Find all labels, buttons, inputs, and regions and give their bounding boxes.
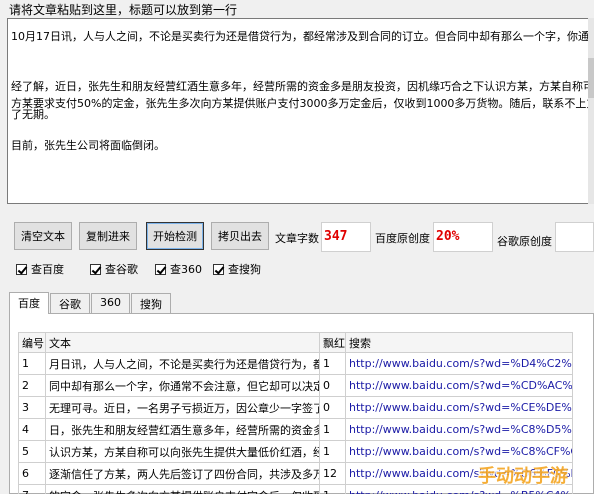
- check-sogou[interactable]: 查搜狗: [213, 261, 261, 277]
- row-red-cell: 1: [319, 418, 346, 441]
- tab-google[interactable]: 谷歌: [50, 293, 90, 313]
- row-red-cell: 12: [319, 462, 346, 485]
- tab-360[interactable]: 360: [91, 293, 130, 313]
- tab-baidu[interactable]: 百度: [9, 292, 49, 314]
- google-originality-value: [555, 222, 594, 252]
- row-index-cell: 5: [18, 440, 46, 463]
- row-text-cell: 日，张先生和朋友经营红酒生意多年，经营所需的资金多是: [45, 418, 320, 441]
- table-header-row: 编号 文本 飘红 搜索: [18, 332, 573, 353]
- row-red-cell: 1: [319, 352, 346, 375]
- header-text[interactable]: 文本: [45, 332, 320, 353]
- table-row[interactable]: 4 日，张先生和朋友经营红酒生意多年，经营所需的资金多是 1 http://www.b…: [18, 418, 573, 441]
- app-window: 请将文章粘贴到这里，标题可以放到第一行 10月17日讯，人与人之间，不论是买卖行…: [0, 0, 594, 494]
- table-row[interactable]: 2 同中却有那么一个字，你通常不会注意，但它却可以决定 0 http://www.ba…: [18, 374, 573, 397]
- row-text-cell: 月日讯，人与人之间，不论是买卖行为还是借贷行为，都: [45, 352, 320, 375]
- google-originality-label: 谷歌原创度: [497, 235, 552, 248]
- row-text-cell: 同中却有那么一个字，你通常不会注意，但它却可以决定: [45, 374, 320, 397]
- check-google-label: 查谷歌: [105, 263, 138, 276]
- row-index-cell: 1: [18, 352, 46, 375]
- row-search-url-cell[interactable]: http://www.baidu.com/s?wd=%D4%C2%C: [345, 352, 573, 375]
- tab-sogou[interactable]: 搜狗: [131, 293, 171, 313]
- row-red-cell: 0: [319, 396, 346, 419]
- engine-tabs: 百度 谷歌 360 搜狗: [9, 292, 172, 314]
- check-360-label: 查360: [170, 263, 202, 276]
- check-360[interactable]: 查360: [155, 261, 202, 277]
- scrollbar-thumb[interactable]: [588, 58, 594, 98]
- check-google[interactable]: 查谷歌: [90, 261, 138, 277]
- editor-line: 目前，张先生公司将面临倒闭。: [11, 139, 165, 152]
- header-index[interactable]: 编号: [18, 332, 46, 353]
- row-search-url-cell[interactable]: http://www.baidu.com/s?wd=%C8%CF%CA: [345, 440, 573, 463]
- word-count-value: 347: [321, 222, 371, 252]
- copy-out-button[interactable]: 拷贝出去: [211, 222, 269, 250]
- editor-line: 经了解，近日，张先生和朋友经营红酒生意多年，经营所需的资金多是朋友投资，因机缘巧…: [11, 80, 594, 93]
- row-red-cell: 1: [319, 484, 346, 494]
- editor-line: 方某要求支付50%的定金，张先生多次向方某提供账户支付3000多万定金后，仅收到…: [11, 97, 594, 110]
- row-text-cell: 无理可寻。近日，一名男子亏损近万，因公章少一字签了: [45, 396, 320, 419]
- check-baidu-label: 查百度: [31, 263, 64, 276]
- header-search[interactable]: 搜索: [345, 332, 573, 353]
- row-search-url-cell[interactable]: http://www.baidu.com/s?wd=%CD%AC%D: [345, 374, 573, 397]
- row-search-url-cell[interactable]: http://www.baidu.com/s?wd=%C8%D5%2: [345, 418, 573, 441]
- row-index-cell: 6: [18, 462, 46, 485]
- baidu-originality-value: 20%: [433, 222, 493, 252]
- start-detect-button[interactable]: 开始检测: [146, 222, 204, 250]
- row-text-cell: 逐渐信任了方某，两人先后签订了四份合同，共涉及多万: [45, 462, 320, 485]
- editor-scrollbar[interactable]: [588, 18, 594, 204]
- word-count-label: 文章字数: [275, 232, 319, 245]
- row-index-cell: 2: [18, 374, 46, 397]
- row-text-cell: 的定金，张先生多次向方某提供账户支付定金后，仅收到: [45, 484, 320, 494]
- checkbox-checked-icon[interactable]: [90, 263, 101, 275]
- row-index-cell: 7: [18, 484, 46, 494]
- checkbox-checked-icon[interactable]: [213, 263, 224, 275]
- row-red-cell: 0: [319, 374, 346, 397]
- baidu-originality-label: 百度原创度: [375, 232, 430, 245]
- checkbox-checked-icon[interactable]: [16, 263, 27, 275]
- article-textarea[interactable]: 10月17日讯，人与人之间，不论是买卖行为还是借贷行为，都经常涉及到合同的订立。…: [7, 18, 594, 204]
- row-red-cell: 1: [319, 440, 346, 463]
- editor-line: 10月17日讯，人与人之间，不论是买卖行为还是借贷行为，都经常涉及到合同的订立。…: [11, 30, 594, 43]
- instruction-text: 请将文章粘贴到这里，标题可以放到第一行: [9, 3, 238, 17]
- checkbox-checked-icon[interactable]: [155, 263, 166, 275]
- clear-text-button[interactable]: 清空文本: [14, 222, 72, 250]
- check-sogou-label: 查搜狗: [228, 263, 261, 276]
- header-red[interactable]: 飘红: [319, 332, 346, 353]
- table-row[interactable]: 5 认识方某，方某自称可以向张先生提供大量低价红酒，经 1 http://www.ba…: [18, 440, 573, 463]
- table-row[interactable]: 1 月日讯，人与人之间，不论是买卖行为还是借贷行为，都 1 http://www.ba…: [18, 352, 573, 375]
- row-text-cell: 认识方某，方某自称可以向张先生提供大量低价红酒，经: [45, 440, 320, 463]
- copy-in-button[interactable]: 复制进来: [79, 222, 137, 250]
- row-index-cell: 3: [18, 396, 46, 419]
- row-index-cell: 4: [18, 418, 46, 441]
- check-baidu[interactable]: 查百度: [16, 261, 64, 277]
- watermark-logo: 手动动手游: [478, 466, 568, 487]
- row-search-url-cell[interactable]: http://www.baidu.com/s?wd=%CE%DE%C: [345, 396, 573, 419]
- editor-line: 了无期。: [11, 108, 55, 121]
- table-row[interactable]: 3 无理可寻。近日，一名男子亏损近万，因公章少一字签了 0 http://www.ba…: [18, 396, 573, 419]
